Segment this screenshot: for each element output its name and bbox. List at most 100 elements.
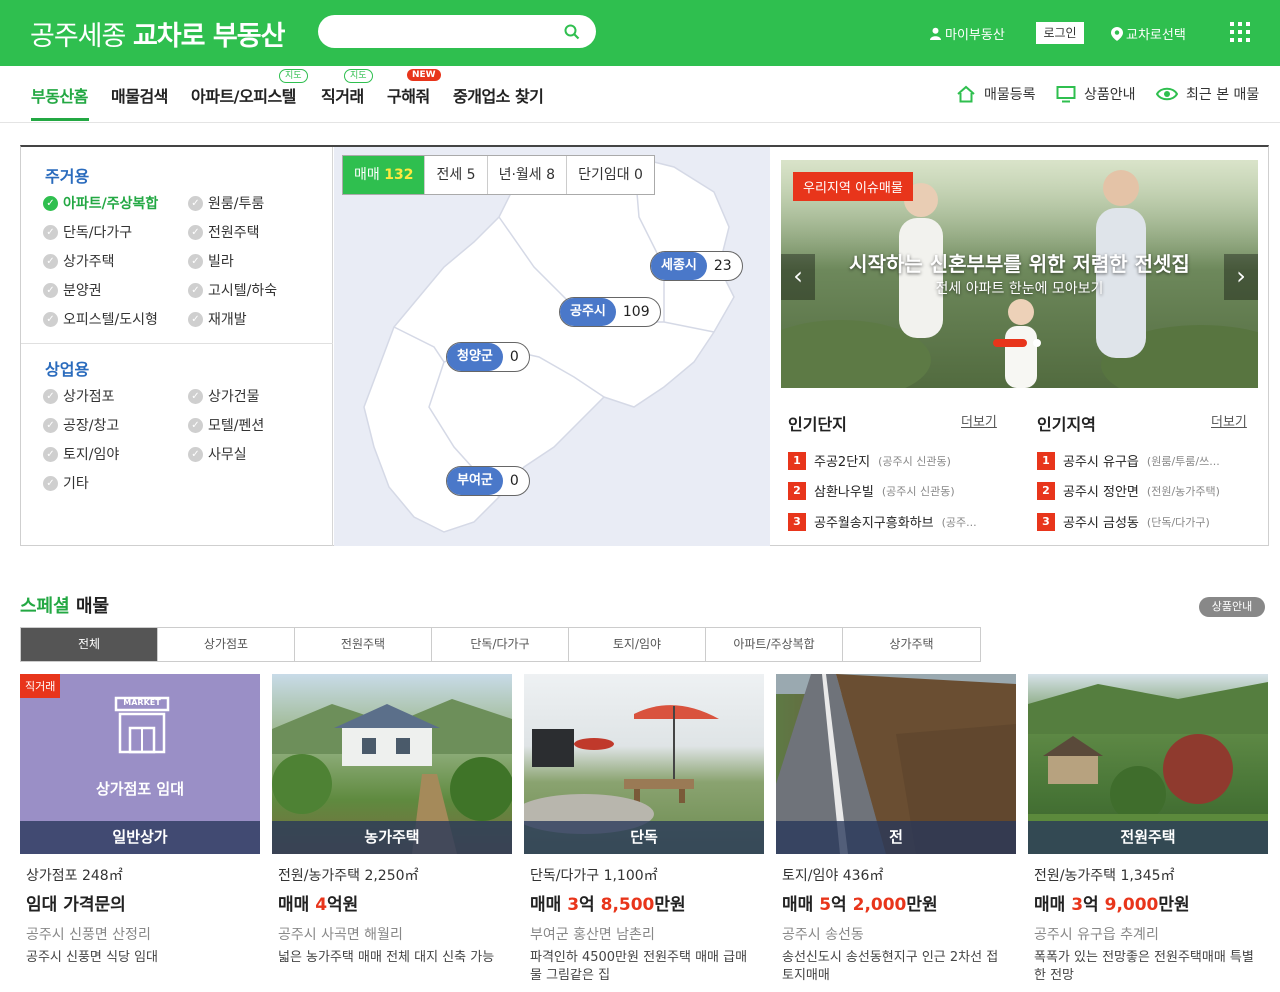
cat-gositel[interactable]: ✓ 고시텔/하숙 bbox=[188, 280, 277, 300]
popular-region-item[interactable]: 2 공주시 정안면 (전원/농가주택) bbox=[1037, 481, 1220, 500]
region-map[interactable]: 매매 132 전세 5 년·월세 8 단기임대 0 세종시 23 공주시 109 청… bbox=[334, 147, 770, 546]
cat-label: 빌라 bbox=[208, 254, 234, 270]
region-select-link[interactable]: 교차로선택 bbox=[1111, 24, 1186, 43]
popular-region-more-link[interactable]: 더보기 bbox=[1211, 411, 1247, 430]
check-icon: ✓ bbox=[43, 195, 58, 211]
apps-grid-icon[interactable] bbox=[1230, 22, 1250, 42]
indicator-dot[interactable] bbox=[1033, 339, 1041, 347]
map-pin-gongju[interactable]: 공주시 109 bbox=[559, 297, 661, 327]
popular-complex-item[interactable]: 3 공주월송지구흥화하브 (공주... bbox=[788, 512, 977, 531]
listing-card[interactable]: 단독 단독/다가구 1,100㎡ 매매 3억 8,500만원 부여군 홍산면 남… bbox=[524, 674, 764, 983]
listing-address: 부여군 홍산면 남촌리 bbox=[530, 927, 655, 943]
map-pin-cheongyang[interactable]: 청양군 0 bbox=[446, 342, 530, 372]
rank-number: 2 bbox=[1037, 481, 1055, 500]
filter-tab-store[interactable]: 상가점포 bbox=[158, 628, 295, 661]
popular-complex-item[interactable]: 1 주공2단지 (공주시 신관동) bbox=[788, 451, 951, 470]
price-pre: 매매 bbox=[1034, 895, 1072, 915]
listing-description[interactable]: 공주시 신풍면 식당 임대 bbox=[26, 949, 254, 967]
tab-short-term[interactable]: 단기임대 0 bbox=[567, 156, 654, 194]
nav-item-search[interactable]: 매물검색 bbox=[111, 83, 168, 107]
nav-item-agency[interactable]: 중개업소 찾기 bbox=[453, 83, 544, 107]
cat-etc[interactable]: ✓ 기타 bbox=[43, 473, 89, 493]
listing-description[interactable]: 넓은 농가주택 매매 전체 대지 신축 가능 bbox=[278, 949, 506, 967]
listing-thumbnail[interactable]: 단독 bbox=[524, 674, 764, 854]
search-input[interactable] bbox=[334, 21, 554, 43]
cat-villa[interactable]: ✓ 빌라 bbox=[188, 251, 234, 271]
cat-apartment[interactable]: ✓ 아파트/주상복합 bbox=[43, 193, 158, 213]
cat-store[interactable]: ✓ 상가점포 bbox=[43, 386, 115, 406]
main-panel: 주거용 ✓ 아파트/주상복합 ✓ 원룸/투룸 ✓ 단독/다가구 ✓ 전원주택 ✓ 상가주택… bbox=[20, 145, 1269, 546]
nav-item-direct[interactable]: 직거래 bbox=[321, 83, 364, 107]
cat-label: 아파트/주상복합 bbox=[63, 196, 159, 212]
cat-redevelop[interactable]: ✓ 재개발 bbox=[188, 309, 247, 329]
search-icon[interactable] bbox=[564, 24, 580, 40]
filter-tab-all[interactable]: 전체 bbox=[21, 628, 158, 661]
nav-item-wanted[interactable]: 구해줘 bbox=[387, 83, 430, 107]
region-select-label: 교차로선택 bbox=[1126, 28, 1186, 43]
indicator-active[interactable] bbox=[993, 339, 1027, 347]
special-info-button[interactable]: 상품안내 bbox=[1199, 597, 1265, 617]
tab-sale[interactable]: 매매 132 bbox=[343, 156, 426, 194]
cat-shop-house[interactable]: ✓ 상가주택 bbox=[43, 251, 115, 271]
cat-oneroom[interactable]: ✓ 원룸/투룸 bbox=[188, 193, 264, 213]
filter-tab-shop-house[interactable]: 상가주택 bbox=[843, 628, 980, 661]
listing-card[interactable]: MARKET 상가점포 임대 직거래 일반상가 상가점포 248㎡ 임대 가격문… bbox=[20, 674, 260, 965]
listing-type: 전원/농가주택 2,250㎡ bbox=[278, 865, 419, 885]
price-mid: 억 bbox=[831, 895, 853, 915]
register-listing-link[interactable]: 매물등록 bbox=[956, 84, 1036, 104]
check-icon: ✓ bbox=[43, 224, 58, 240]
category-divider bbox=[21, 343, 333, 344]
filter-tab-land[interactable]: 토지/임야 bbox=[569, 628, 706, 661]
issue-banner[interactable]: 우리지역 이슈매물 시작하는 신혼부부를 위한 저렴한 전셋집 전세 아파트 한… bbox=[781, 160, 1258, 388]
filter-tab-detached[interactable]: 단독/다가구 bbox=[432, 628, 569, 661]
tab-count: 8 bbox=[546, 167, 556, 183]
thumb-text: 상가점포 임대 bbox=[95, 780, 185, 798]
cat-office[interactable]: ✓ 사무실 bbox=[188, 444, 247, 464]
cat-detached[interactable]: ✓ 단독/다가구 bbox=[43, 222, 132, 242]
tab-label: 매매 bbox=[354, 167, 380, 183]
listing-thumbnail[interactable]: 전원주택 bbox=[1028, 674, 1268, 854]
listing-thumbnail[interactable]: 전 bbox=[776, 674, 1016, 854]
popular-complex-item[interactable]: 2 삼환나우빌 (공주시 신관동) bbox=[788, 481, 955, 500]
cat-label: 분양권 bbox=[63, 283, 102, 299]
listing-description[interactable]: 폭폭가 있는 전망좋은 전원주택매매 특별한 전망 bbox=[1034, 949, 1262, 985]
cat-building[interactable]: ✓ 상가건물 bbox=[188, 386, 260, 406]
recent-viewed-link[interactable]: 최근 본 매물 bbox=[1156, 84, 1259, 104]
cat-land[interactable]: ✓ 토지/임야 bbox=[43, 444, 119, 464]
listing-thumbnail[interactable]: MARKET 상가점포 임대 직거래 일반상가 bbox=[20, 674, 260, 854]
map-pin-buyeo[interactable]: 부여군 0 bbox=[446, 466, 530, 496]
product-info-link[interactable]: 상품안내 bbox=[1056, 84, 1136, 104]
cat-motel[interactable]: ✓ 모텔/펜션 bbox=[188, 415, 264, 435]
popular-complex-more-link[interactable]: 더보기 bbox=[961, 411, 997, 430]
check-icon: ✓ bbox=[43, 253, 58, 269]
map-pin-sejong[interactable]: 세종시 23 bbox=[650, 251, 743, 281]
listing-card[interactable]: 농가주택 전원/농가주택 2,250㎡ 매매 4억원 공주시 사곡면 해월리 넓… bbox=[272, 674, 512, 965]
nav-item-apartment[interactable]: 아파트/오피스텔 bbox=[191, 83, 296, 107]
banner-prev-button[interactable]: ‹ bbox=[781, 254, 815, 300]
listing-description[interactable]: 파격인하 4500만원 전원주택 매매 급매물 그림같은 집 bbox=[530, 949, 758, 985]
login-button[interactable]: 로그인 bbox=[1036, 22, 1084, 44]
cat-country-house[interactable]: ✓ 전원주택 bbox=[188, 222, 260, 242]
filter-tab-country-house[interactable]: 전원주택 bbox=[295, 628, 432, 661]
listing-card[interactable]: 전 토지/임야 436㎡ 매매 5억 2,000만원 공주시 송선동 송선신도시… bbox=[776, 674, 1016, 983]
check-icon: ✓ bbox=[188, 195, 203, 211]
listing-description[interactable]: 송선신도시 송선동현지구 인근 2차선 접 토지매매 bbox=[782, 949, 1010, 985]
cat-presale[interactable]: ✓ 분양권 bbox=[43, 280, 102, 300]
my-realestate-link[interactable]: 마이부동산 bbox=[929, 24, 1005, 43]
rank-sub: (공주시 신관동) bbox=[881, 484, 955, 498]
cat-factory[interactable]: ✓ 공장/창고 bbox=[43, 415, 119, 435]
tab-jeonse[interactable]: 전세 5 bbox=[425, 156, 488, 194]
banner-title: 시작하는 신혼부부를 위한 저렴한 전셋집 bbox=[849, 252, 1190, 276]
popular-region-item[interactable]: 3 공주시 금성동 (단독/다가구) bbox=[1037, 512, 1210, 531]
site-logo[interactable]: 공주세종 교차로 부동산 bbox=[30, 14, 285, 53]
filter-tab-apartment[interactable]: 아파트/주상복합 bbox=[706, 628, 843, 661]
listing-address: 공주시 송선동 bbox=[782, 927, 864, 943]
tab-monthly[interactable]: 년·월세 8 bbox=[488, 156, 568, 194]
popular-region-item[interactable]: 1 공주시 유구읍 (원룸/투룸/쓰... bbox=[1037, 451, 1220, 470]
banner-next-button[interactable]: › bbox=[1224, 254, 1258, 300]
listing-card[interactable]: 전원주택 전원/농가주택 1,345㎡ 매매 3억 9,000만원 공주시 유구… bbox=[1028, 674, 1268, 983]
listing-thumbnail[interactable]: 농가주택 bbox=[272, 674, 512, 854]
cat-officetel[interactable]: ✓ 오피스텔/도시형 bbox=[43, 309, 158, 329]
listing-price: 매매 5억 2,000만원 bbox=[782, 890, 938, 915]
nav-item-home[interactable]: 부동산홈 bbox=[31, 83, 88, 107]
